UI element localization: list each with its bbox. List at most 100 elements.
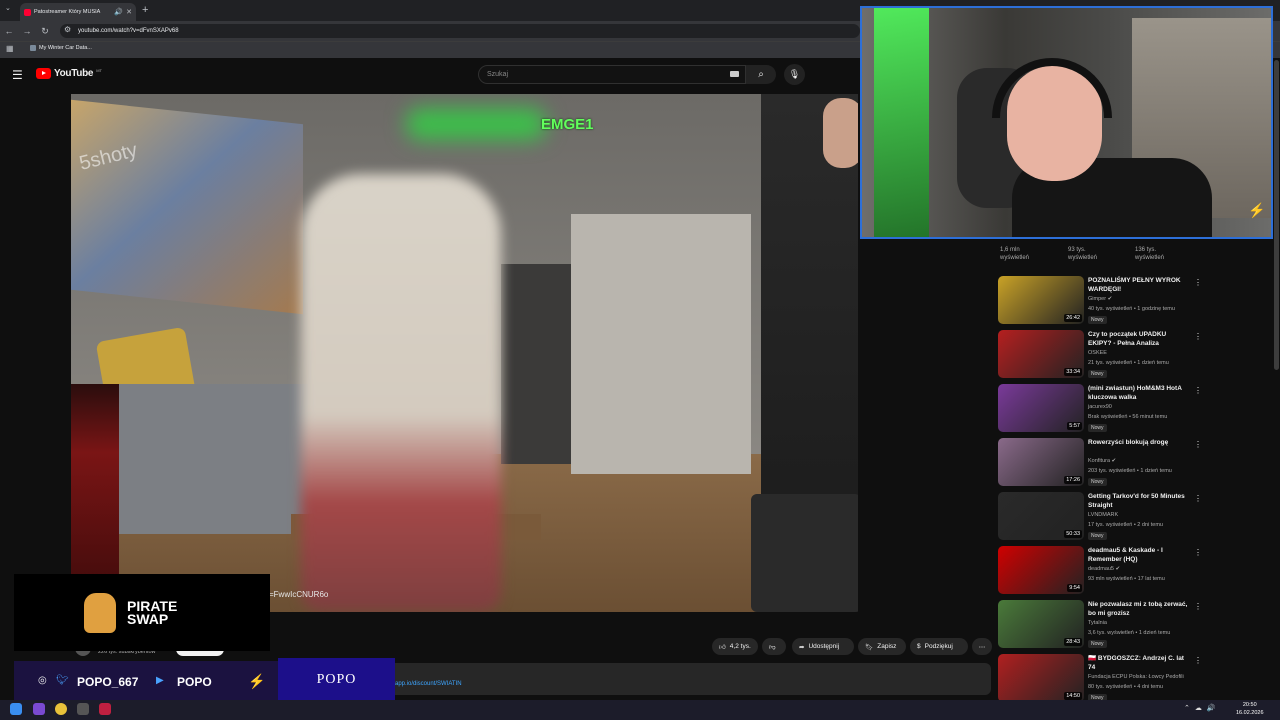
voice-search-button[interactable]: 🎙 — [784, 64, 805, 85]
recommendation-thumbnail[interactable]: 28:43 — [998, 600, 1084, 648]
video-duration: 14:50 — [1064, 692, 1082, 700]
recommendation-title[interactable]: POZNALIŚMY PEŁNY WYROK WARDĘGI! — [1088, 276, 1188, 294]
youtube-favicon-icon — [24, 8, 31, 16]
back-icon[interactable]: ← — [0, 26, 18, 36]
recommendation-channel[interactable]: Konfitura ✔ — [1088, 458, 1116, 464]
instagram-icon: ◎ — [38, 675, 47, 686]
headset-icon — [992, 58, 1112, 118]
verified-icon: ✔ — [1115, 566, 1121, 572]
address-bar[interactable]: youtube.com/watch?v=dFvnSXAPv68 — [60, 24, 860, 38]
tab-search-icon[interactable]: ⌄ — [5, 4, 11, 12]
keyboard-icon[interactable] — [730, 71, 739, 77]
recommendation-title[interactable]: 🇵🇱 BYDGOSZCZ: Andrzej C. lat 74 — [1088, 654, 1188, 672]
search-button[interactable]: ⌕ — [746, 65, 776, 84]
blurred-person — [301, 174, 501, 612]
menu-icon[interactable]: ☰ — [12, 68, 23, 82]
new-badge: Nowy — [1088, 370, 1107, 378]
tab-title: Patostreamer Który MUSIA — [34, 9, 101, 15]
social-bar — [14, 661, 278, 703]
recommendation-channel[interactable]: Fundacja ECPU Polska: Łowcy Pedofili — [1088, 674, 1184, 680]
recommendation-thumbnail[interactable]: 9:54 — [998, 546, 1084, 594]
taskbar-clock[interactable]: 20:50 16.02.2026 — [1236, 701, 1264, 717]
save-label: Zapisz — [877, 643, 897, 650]
recommendation-channel[interactable]: Gimper ✔ — [1088, 296, 1112, 302]
recommendation-title[interactable]: Czy to początek UPADKU EKIPY? - Pełna An… — [1088, 330, 1188, 348]
recommendation-channel[interactable]: jacurex90 — [1088, 404, 1112, 410]
recommendation-channel[interactable]: LVNDMARK — [1088, 512, 1118, 518]
app-icon-4[interactable] — [99, 703, 111, 715]
thanks-label: Podziękuj — [924, 643, 953, 650]
recommendation-thumbnail[interactable]: 17:26 — [998, 438, 1084, 486]
reload-icon[interactable]: ↻ — [36, 26, 54, 37]
youtube-logo[interactable]: YouTube MT — [36, 68, 102, 79]
app-icon-1[interactable] — [33, 703, 45, 715]
chrome-icon[interactable] — [55, 703, 67, 715]
forward-icon[interactable]: → — [18, 26, 36, 36]
bookmark-icon: 🔖︎ — [865, 643, 874, 651]
more-options-icon[interactable]: ⋮ — [1194, 386, 1202, 395]
overlay-url: =FwwIcCNUR6o — [269, 590, 329, 599]
new-tab-button[interactable]: + — [142, 4, 148, 16]
more-options-icon[interactable]: ⋮ — [1194, 602, 1202, 611]
region-code: MT — [96, 68, 102, 73]
app-icon-3[interactable] — [77, 703, 89, 715]
new-badge: Nowy — [1088, 640, 1107, 648]
recommendation-item[interactable]: 5:57 (mini zwiastun) HoM&M3 HotA kluczowa… — [998, 384, 1268, 434]
video-player[interactable]: 5shoty EMGE1 =FwwIcCNUR6o — [71, 94, 858, 612]
start-icon[interactable] — [10, 703, 22, 715]
recommendation-channel[interactable]: OSKEE — [1088, 350, 1107, 356]
recommendation-item[interactable]: 33:34 Czy to początek UPADKU EKIPY? - Peł… — [998, 330, 1268, 380]
apps-grid-icon[interactable]: ▦ — [6, 44, 14, 53]
kick-logo-icon: ⚡ — [1248, 202, 1266, 218]
recommendation-thumbnail[interactable]: 50:33 — [998, 492, 1084, 540]
youtube-icon: ▶ — [156, 675, 164, 686]
system-tray[interactable]: ⌃☁🔊 — [1184, 704, 1221, 712]
thumbs-up-icon: 👍︎ — [719, 643, 726, 651]
doorway — [501, 264, 571, 464]
social-handle: POPO_667 — [77, 675, 139, 689]
recommendation-item[interactable]: 28:43 Nie pozwalasz mi z tobą zerwać, bo … — [998, 600, 1268, 650]
recommendation-channel[interactable]: Tytalnia — [1088, 620, 1107, 626]
more-options-icon[interactable]: ⋮ — [1194, 278, 1202, 287]
recommendation-thumbnail[interactable]: 26:42 — [998, 276, 1084, 324]
recommendation-item[interactable]: 50:33 Getting Tarkov'd for 50 Minutes Str… — [998, 492, 1268, 542]
search-input[interactable]: Szukaj — [478, 65, 746, 84]
more-options-icon[interactable]: ⋮ — [1194, 656, 1202, 665]
recommendation-thumbnail[interactable]: 14:50 — [998, 654, 1084, 702]
search-icon: ⌕ — [758, 69, 764, 80]
more-options-icon[interactable]: ⋮ — [1194, 548, 1202, 557]
scrollbar[interactable] — [1274, 60, 1279, 370]
dislike-button[interactable]: 👎︎ — [762, 638, 786, 655]
more-options-icon[interactable]: ⋮ — [1194, 440, 1202, 449]
recommendation-thumbnail[interactable]: 5:57 — [998, 384, 1084, 432]
more-icon: ⋯ — [978, 643, 986, 651]
recommendation-title[interactable]: (mini zwiastun) HoM&M3 HotA kluczowa wal… — [1088, 384, 1188, 402]
more-options-icon[interactable]: ⋮ — [1194, 332, 1202, 341]
recommendation-item[interactable]: 26:42 POZNALIŚMY PEŁNY WYROK WARDĘGI! Gimp… — [998, 276, 1268, 326]
recommendation-channel[interactable]: deadmau5 ✔ — [1088, 566, 1120, 572]
like-button[interactable]: 👍︎ 4,2 tys. — [712, 638, 758, 655]
site-info-icon[interactable]: ⚙ — [64, 25, 71, 34]
recommendation-title[interactable]: Getting Tarkov'd for 50 Minutes Straight — [1088, 492, 1188, 510]
bookmark-item[interactable]: My Winter Car Data... — [30, 45, 92, 51]
like-count: 4,2 tys. — [729, 643, 751, 650]
recommendation-item[interactable]: 17:26 Rowerzyści blokują drogę Konfitura ✔… — [998, 438, 1268, 488]
more-options-icon[interactable]: ⋮ — [1194, 494, 1202, 503]
close-tab-icon[interactable]: ✕ — [126, 8, 132, 16]
recommendation-title[interactable]: deadmau5 & Kaskade - I Remember (HQ) — [1088, 546, 1188, 564]
recommendation-title[interactable]: Nie pozwalasz mi z tobą zerwać, bo mi gr… — [1088, 600, 1188, 618]
new-badge: Nowy — [1088, 478, 1107, 486]
description-link[interactable]: app.io/discount/SWIATIN — [395, 681, 462, 687]
recommendation-meta: 3,6 tys. wyświetleń • 1 dzień temu — [1088, 630, 1171, 636]
save-button[interactable]: 🔖︎ Zapisz — [858, 638, 906, 655]
share-button[interactable]: ➦ Udostępnij — [792, 638, 854, 655]
browser-tab[interactable]: Patostreamer Który MUSIA 🔊 ✕ — [20, 3, 136, 21]
recommendation-item[interactable]: 9:54 deadmau5 & Kaskade - I Remember (HQ)… — [998, 546, 1268, 596]
recommendation-item[interactable]: 14:50 🇵🇱 BYDGOSZCZ: Andrzej C. lat 74 Fund… — [998, 654, 1268, 704]
recommendation-thumbnail[interactable]: 33:34 — [998, 330, 1084, 378]
speaker-icon[interactable]: 🔊 — [114, 8, 123, 16]
recommendation-title[interactable]: Rowerzyści blokują drogę — [1088, 438, 1188, 447]
more-actions-button[interactable]: ⋯ — [972, 638, 992, 655]
thanks-button[interactable]: $ Podziękuj — [910, 638, 968, 655]
youtube-wordmark: YouTube — [54, 68, 94, 79]
